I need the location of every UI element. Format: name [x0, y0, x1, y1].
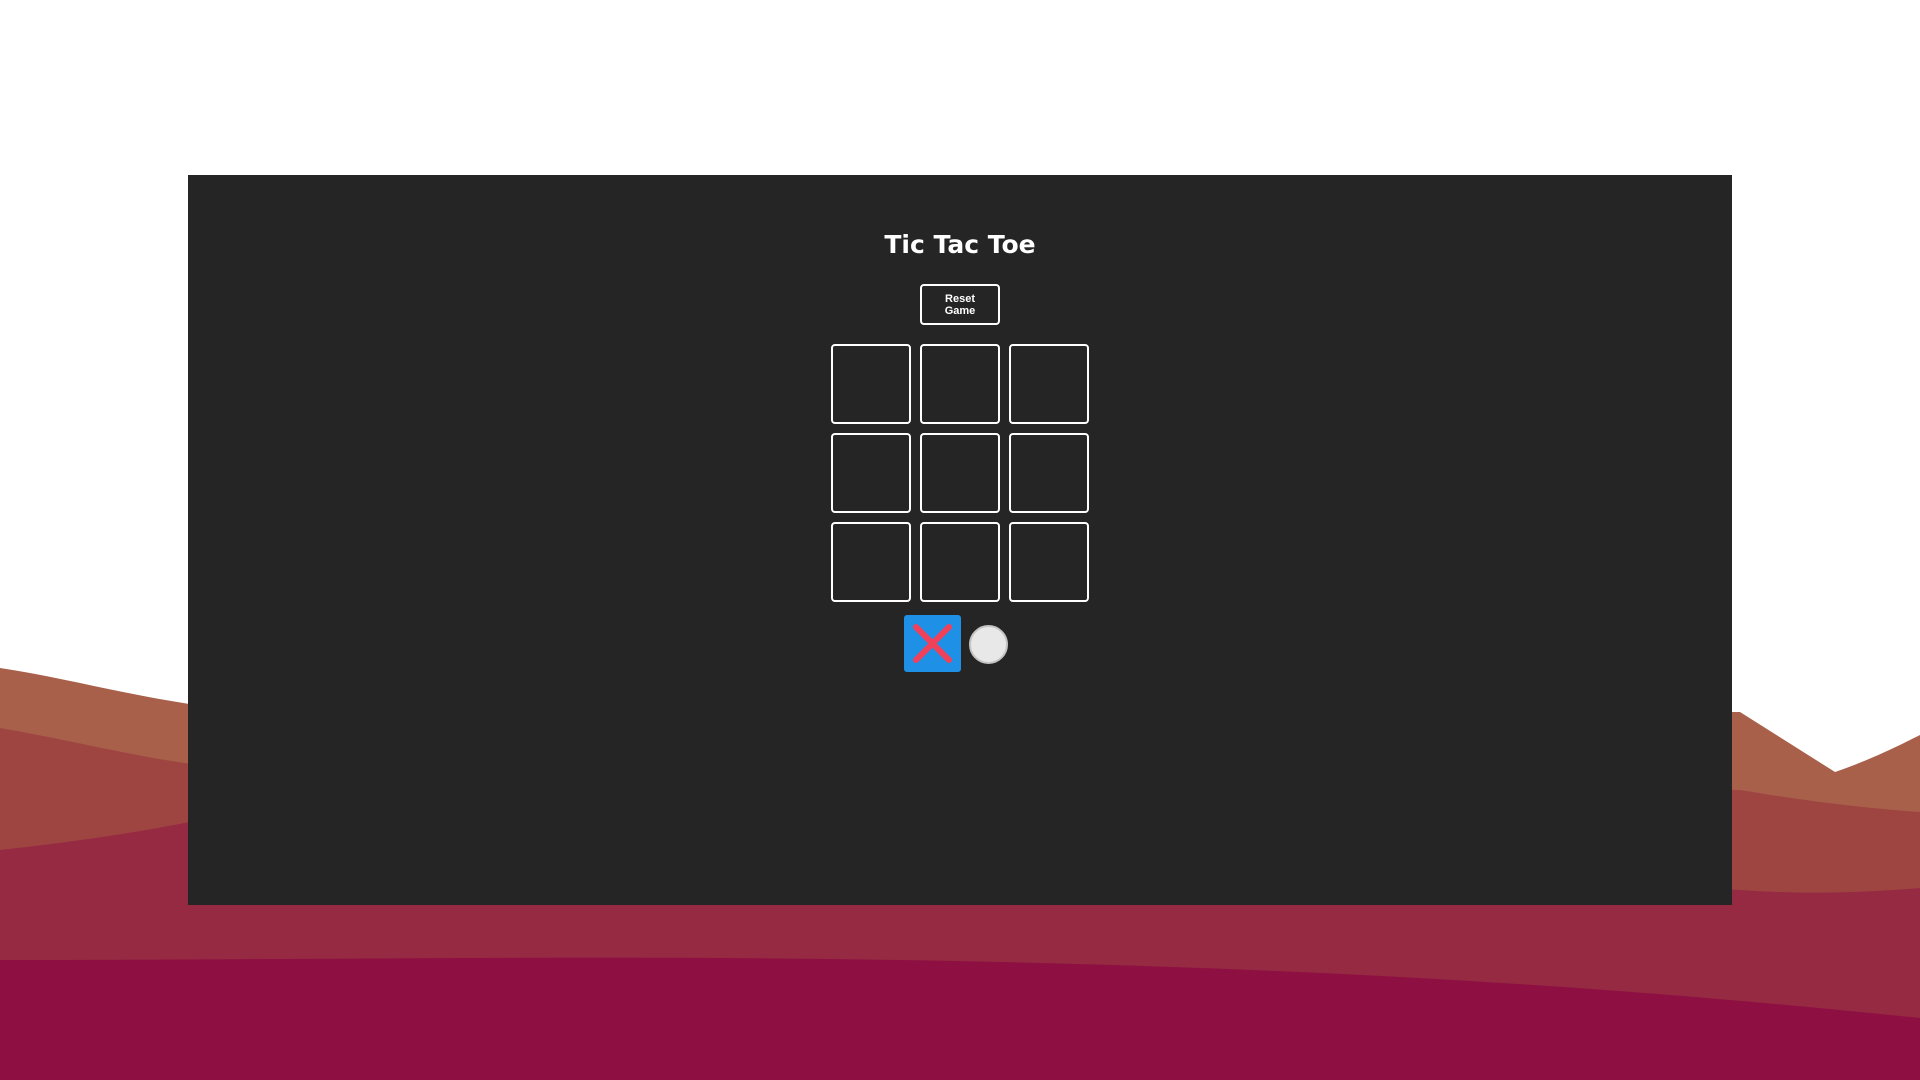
board-cell[interactable] [831, 344, 911, 424]
board-cell[interactable] [1009, 522, 1089, 602]
board-cell[interactable] [1009, 433, 1089, 513]
page: Tic Tac Toe Reset Game [0, 0, 1920, 1080]
game-board [831, 344, 1089, 602]
x-mark-icon [913, 624, 952, 663]
player-o-selector[interactable] [969, 625, 1008, 664]
board-cell[interactable] [831, 433, 911, 513]
board-cell[interactable] [920, 344, 1000, 424]
reset-game-button[interactable]: Reset Game [920, 284, 1000, 325]
page-title: Tic Tac Toe [884, 230, 1036, 259]
player-x-selector[interactable] [904, 615, 961, 672]
game-panel: Tic Tac Toe Reset Game [188, 175, 1732, 905]
board-cell[interactable] [920, 522, 1000, 602]
board-cell[interactable] [920, 433, 1000, 513]
board-cell[interactable] [1009, 344, 1089, 424]
board-cell[interactable] [831, 522, 911, 602]
